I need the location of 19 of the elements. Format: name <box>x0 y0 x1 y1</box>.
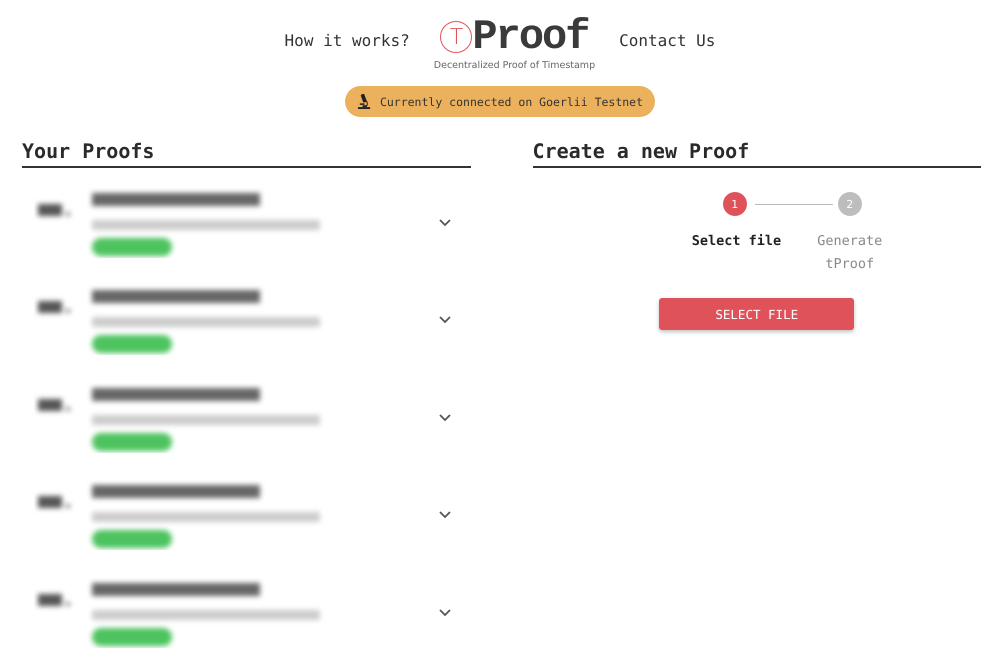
nav-link[interactable]: How it works? <box>284 31 410 50</box>
select-file-button[interactable]: SELECT FILE <box>659 298 854 330</box>
step-number: 1 <box>722 192 747 216</box>
network-badge: Currently connected on Goerlii Testnet <box>344 86 656 117</box>
chevron-down-icon[interactable] <box>438 218 450 227</box>
logo-name: Proof <box>472 16 588 58</box>
chevron-down-icon[interactable] <box>438 316 450 324</box>
microscope-icon <box>356 93 372 110</box>
step-label: Select file <box>692 232 782 251</box>
logo-mark: T <box>440 21 472 53</box>
chevron-down-icon[interactable] <box>438 608 450 617</box>
chevron-down-icon[interactable] <box>438 511 450 520</box>
section-title: Your Proofs <box>22 139 470 168</box>
section-title: Create a new Proof <box>532 139 981 168</box>
logo-tagline: Decentralized Proof of Timestamp <box>434 60 596 71</box>
chevron-down-icon[interactable] <box>438 414 450 422</box>
step-label: Generate tProof <box>816 232 884 274</box>
nav-link[interactable]: Contact Us <box>619 31 716 50</box>
step-number: 2 <box>838 192 862 216</box>
